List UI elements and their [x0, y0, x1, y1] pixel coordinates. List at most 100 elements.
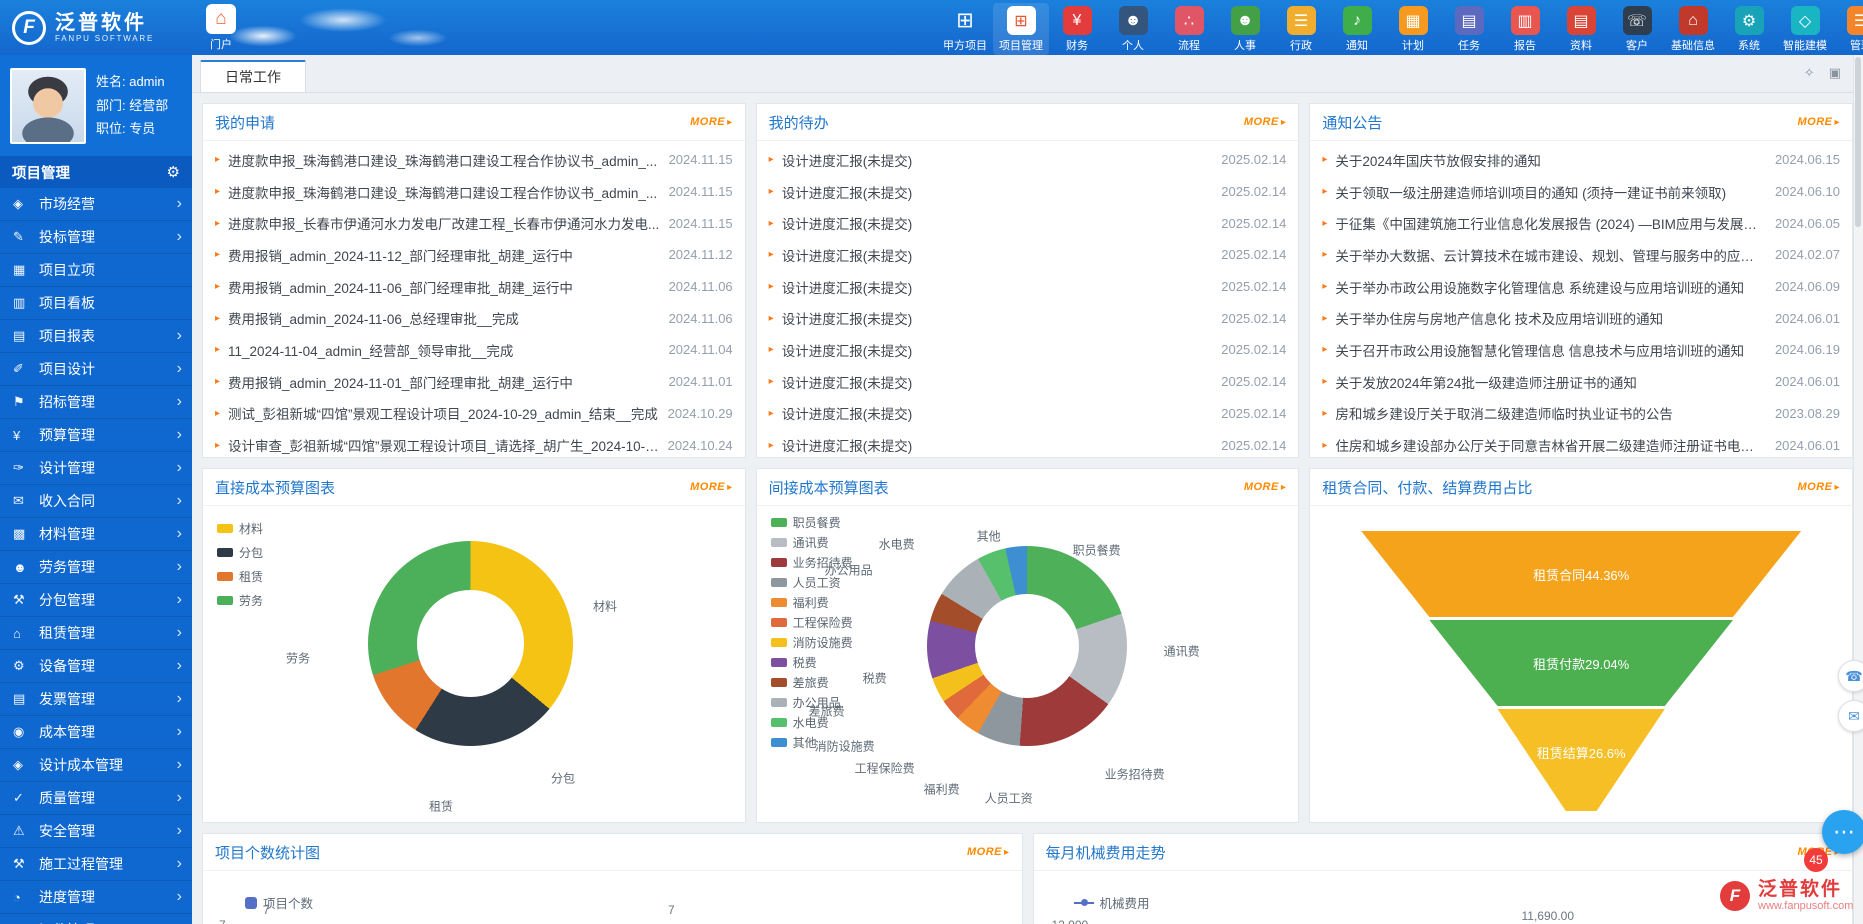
item-text: 费用报销_admin_2024-11-06_总经理审批__完成 — [228, 308, 661, 328]
more-button[interactable]: MORE▸ — [1244, 116, 1287, 128]
list-item[interactable]: ▸进度款申报_长春市伊通河水力发电厂改建工程_长春市伊通河水力发电...2024… — [215, 207, 733, 239]
list-item[interactable]: ▸关于领取一级注册建造师培训项目的通知 (须持一建证书前来领取)2024.06.… — [1322, 176, 1840, 208]
list-item[interactable]: ▸进度款申报_珠海鹤港口建设_珠海鹤港口建设工程合作协议书_admin_...2… — [215, 176, 733, 208]
menu-item-label: 投标管理 — [39, 227, 177, 247]
sidebar-item[interactable]: ⚒施工过程管理› — [0, 848, 192, 881]
list-item[interactable]: ▸测试_彭祖新城“四馆”景观工程设计项目_2024-10-29_admin_结束… — [215, 398, 733, 430]
app-item[interactable]: ⌂基础信息 — [1665, 3, 1721, 55]
list-item[interactable]: ▸关于2024年国庆节放假安排的通知2024.06.15 — [1322, 144, 1840, 176]
list-item[interactable]: ▸关于举办大数据、云计算技术在城市建设、规划、管理与服务中的应用培训班...20… — [1322, 239, 1840, 271]
sidebar-item[interactable]: ⚑招标管理› — [0, 386, 192, 419]
list-item[interactable]: ▸设计进度汇报(未提交)2025.02.14 — [769, 176, 1287, 208]
list-item[interactable]: ▸于征集《中国建筑施工行业信息化发展报告 (2024) —BIM应用与发展》材料… — [1322, 207, 1840, 239]
app-item[interactable]: ⚙系统 — [1721, 3, 1777, 55]
list-item[interactable]: ▸设计审查_彭祖新城“四馆”景观工程设计项目_请选择_胡广生_2024-10-2… — [215, 429, 733, 461]
more-button[interactable]: MORE▸ — [967, 846, 1010, 858]
scrollbar-thumb[interactable] — [1855, 57, 1861, 227]
list-item[interactable]: ▸费用报销_admin_2024-11-06_总经理审批__完成2024.11.… — [215, 302, 733, 334]
list-item[interactable]: ▸关于发放2024年第24批一级建造师注册证书的通知2024.06.01 — [1322, 366, 1840, 398]
legend-marker — [1074, 902, 1094, 904]
phone-icon[interactable]: ☎ — [1838, 660, 1863, 692]
sidebar-item[interactable]: ✉收入合同› — [0, 485, 192, 518]
list-item[interactable]: ▸关于召开市政公用设施智慧化管理信息 信息技术与应用培训班的通知2024.06.… — [1322, 334, 1840, 366]
sidebar-item[interactable]: ◈设计成本管理› — [0, 749, 192, 782]
list-item[interactable]: ▸设计进度汇报(未提交)2025.02.14 — [769, 302, 1287, 334]
panel-toggle-icon[interactable]: ▣ — [1829, 65, 1841, 81]
sidebar-item[interactable]: ✑设计管理› — [0, 452, 192, 485]
list-item[interactable]: ▸进度款申报_珠海鹤港口建设_珠海鹤港口建设工程合作协议书_admin_...2… — [215, 144, 733, 176]
app-item[interactable]: ☰行政 — [1273, 3, 1329, 55]
app-item[interactable]: ♪通知 — [1329, 3, 1385, 55]
app-item[interactable]: ∴流程 — [1161, 3, 1217, 55]
list-item[interactable]: ▸设计进度汇报(未提交)2025.02.14 — [769, 271, 1287, 303]
list-item[interactable]: ▸费用报销_admin_2024-11-01_部门经理审批_胡建_运行中2024… — [215, 366, 733, 398]
list-item[interactable]: ▸设计进度汇报(未提交)2025.02.14 — [769, 144, 1287, 176]
bullet-icon: ▸ — [215, 281, 220, 292]
item-text: 设计审查_彭祖新城“四馆”景观工程设计项目_请选择_胡广生_2024-10-2.… — [228, 435, 660, 455]
sidebar-item[interactable]: ▣证件管理› — [0, 914, 192, 924]
more-button[interactable]: MORE▸ — [1244, 481, 1287, 493]
list-item[interactable]: ▸设计进度汇报(未提交)2025.02.14 — [769, 334, 1287, 366]
sidebar-item[interactable]: ◉成本管理› — [0, 716, 192, 749]
sidebar-item[interactable]: ✎投标管理› — [0, 221, 192, 254]
gear-icon[interactable]: ⚙ — [167, 163, 180, 181]
more-button[interactable]: MORE▸ — [690, 116, 733, 128]
list-item[interactable]: ▸关于举办市政公用设施数字化管理信息 系统建设与应用培训班的通知2024.06.… — [1322, 271, 1840, 303]
menu-item-label: 成本管理 — [39, 722, 177, 742]
more-button[interactable]: MORE▸ — [690, 481, 733, 493]
item-text: 设计进度汇报(未提交) — [782, 403, 1214, 423]
app-item[interactable]: ▦计划 — [1385, 3, 1441, 55]
list-item[interactable]: ▸费用报销_admin_2024-11-12_部门经理审批_胡建_运行中2024… — [215, 239, 733, 271]
list-item[interactable]: ▸房和城乡建设厅关于取消二级建造师临时执业证书的公告2023.08.29 — [1322, 398, 1840, 430]
list-item[interactable]: ▸11_2024-11-04_admin_经营部_领导审批__完成2024.11… — [215, 334, 733, 366]
list-item[interactable]: ▸设计进度汇报(未提交)2025.02.14 — [769, 429, 1287, 461]
list-item[interactable]: ▸关于举办住房与房地产信息化 技术及应用培训班的通知2024.06.01 — [1322, 302, 1840, 334]
app-item[interactable]: ▤任务 — [1441, 3, 1497, 55]
nav-portal[interactable]: ⌂ 门户 — [206, 4, 236, 52]
sidebar-item[interactable]: ▩材料管理› — [0, 518, 192, 551]
mail-icon[interactable]: ✉ — [1838, 700, 1863, 732]
more-button[interactable]: MORE▸ — [1797, 116, 1840, 128]
key-icon[interactable]: ✧ — [1804, 65, 1815, 81]
list-item[interactable]: ▸设计进度汇报(未提交)2025.02.14 — [769, 239, 1287, 271]
chevron-right-icon: › — [177, 657, 182, 675]
list-item[interactable]: ▸设计进度汇报(未提交)2025.02.14 — [769, 398, 1287, 430]
list-item[interactable]: ▸住房和城乡建设部办公厅关于同意吉林省开展二级建造师注册证书电子化试点...20… — [1322, 429, 1840, 461]
notification-badge[interactable]: 45 — [1804, 848, 1828, 872]
sidebar-item[interactable]: ⚙设备管理› — [0, 650, 192, 683]
funnel-stage-label: 租赁付款29.04% — [1533, 654, 1629, 673]
app-item[interactable]: ☰管理 — [1833, 3, 1863, 55]
sidebar-item[interactable]: ¥预算管理› — [0, 419, 192, 452]
app-item[interactable]: ▥报告 — [1497, 3, 1553, 55]
sidebar-item[interactable]: ✓质量管理› — [0, 782, 192, 815]
sidebar-item[interactable]: ⌂租赁管理› — [0, 617, 192, 650]
list-item[interactable]: ▸设计进度汇报(未提交)2025.02.14 — [769, 366, 1287, 398]
app-item[interactable]: ⊞项目管理 — [993, 3, 1049, 55]
sidebar-item[interactable]: ◔进度管理› — [0, 881, 192, 914]
sidebar-item[interactable]: ⚒分包管理› — [0, 584, 192, 617]
sidebar-item[interactable]: ▥项目看板 — [0, 287, 192, 320]
more-button[interactable]: MORE▸ — [1797, 481, 1840, 493]
item-date: 2025.02.14 — [1221, 342, 1286, 357]
tab-daily-work[interactable]: 日常工作 — [200, 60, 306, 92]
sidebar-item[interactable]: ⚠安全管理› — [0, 815, 192, 848]
sidebar-item[interactable]: ✐项目设计› — [0, 353, 192, 386]
app-item[interactable]: ¥财务 — [1049, 3, 1105, 55]
sidebar-item[interactable]: ☻劳务管理› — [0, 551, 192, 584]
item-text: 费用报销_admin_2024-11-12_部门经理审批_胡建_运行中 — [228, 245, 661, 265]
sidebar-item[interactable]: ◈市场经营› — [0, 188, 192, 221]
sidebar-item[interactable]: ▦项目立项 — [0, 254, 192, 287]
chat-bubble-icon[interactable]: ⋯ — [1822, 810, 1863, 854]
list-item[interactable]: ▸设计进度汇报(未提交)2025.02.14 — [769, 207, 1287, 239]
list-item[interactable]: ▸费用报销_admin_2024-11-06_部门经理审批_胡建_运行中2024… — [215, 271, 733, 303]
app-item[interactable]: ☏客户 — [1609, 3, 1665, 55]
app-item[interactable]: ☻个人 — [1105, 3, 1161, 55]
app-item[interactable]: ▤资料 — [1553, 3, 1609, 55]
sidebar-item[interactable]: ▤项目报表› — [0, 320, 192, 353]
sidebar-item[interactable]: ▤发票管理› — [0, 683, 192, 716]
legend-swatch — [771, 598, 787, 607]
app-item[interactable]: ⊞甲方项目 — [937, 3, 993, 55]
app-item[interactable]: ◇智能建模 — [1777, 3, 1833, 55]
menu-item-label: 质量管理 — [39, 788, 177, 808]
app-item[interactable]: ☻人事 — [1217, 3, 1273, 55]
